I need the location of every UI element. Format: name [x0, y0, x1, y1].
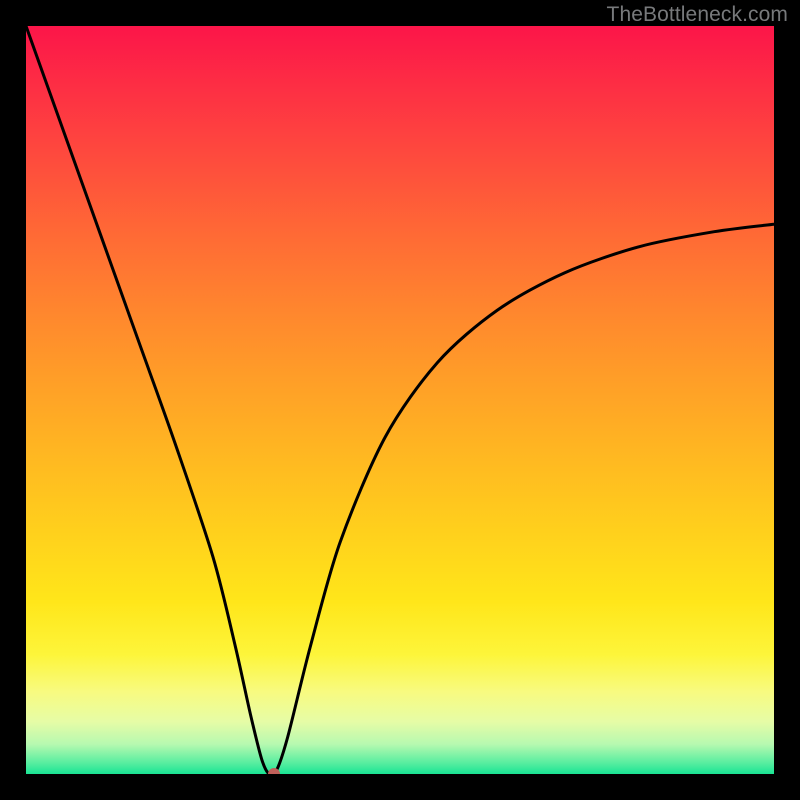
curve-layer: [26, 26, 774, 774]
optimal-point-marker: [268, 768, 280, 774]
plot-area: [26, 26, 774, 774]
watermark-text: TheBottleneck.com: [607, 3, 788, 27]
chart-frame: TheBottleneck.com: [0, 0, 800, 800]
bottleneck-curve: [26, 26, 774, 774]
